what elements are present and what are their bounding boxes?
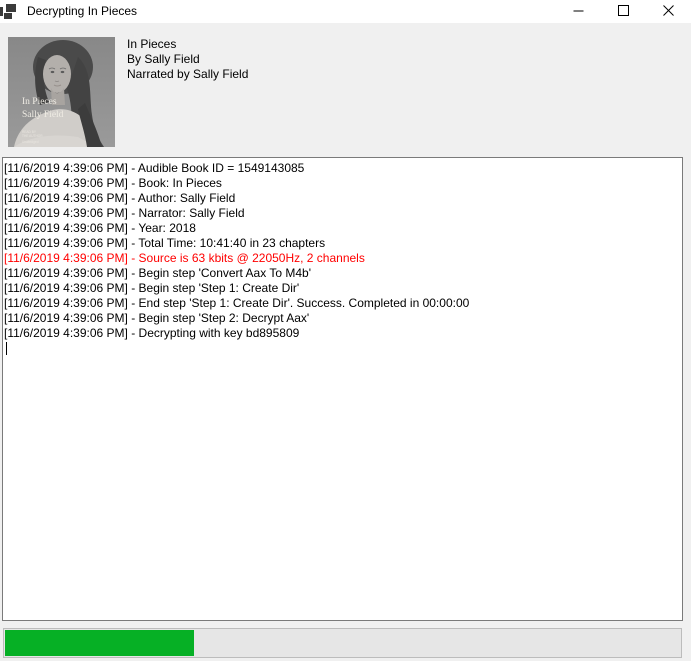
cover-title-text: In Pieces — [22, 97, 57, 107]
titlebar: Decrypting In Pieces — [0, 0, 691, 23]
log-line: [11/6/2019 4:39:06 PM] - Begin step 'Ste… — [4, 281, 678, 296]
log-line: [11/6/2019 4:39:06 PM] - End step 'Step … — [4, 296, 678, 311]
book-info: In Pieces By Sally Field Narrated by Sal… — [127, 37, 248, 82]
cover-author-text: Sally Field — [22, 110, 64, 120]
log-line: [11/6/2019 4:39:06 PM] - Begin step 'Con… — [4, 266, 678, 281]
progress-fill — [5, 630, 194, 656]
log-line: [11/6/2019 4:39:06 PM] - Narrator: Sally… — [4, 206, 678, 221]
maximize-button[interactable] — [601, 0, 646, 23]
log-line: [11/6/2019 4:39:06 PM] - Source is 63 kb… — [4, 251, 678, 266]
app-icon — [0, 3, 18, 20]
text-caret — [6, 342, 7, 355]
minimize-button[interactable] — [556, 0, 601, 23]
log-line: [11/6/2019 4:39:06 PM] - Audible Book ID… — [4, 161, 678, 176]
book-narrator: Narrated by Sally Field — [127, 67, 248, 82]
progress-bar — [3, 628, 682, 658]
book-cover-image: In Pieces Sally Field READ BY THE AUTHOR… — [8, 37, 115, 147]
minimize-icon — [573, 4, 584, 19]
log-output[interactable]: [11/6/2019 4:39:06 PM] - Audible Book ID… — [2, 157, 683, 621]
close-button[interactable] — [646, 0, 691, 23]
cover-edition-text: Unabridged — [22, 140, 39, 144]
log-line: [11/6/2019 4:39:06 PM] - Author: Sally F… — [4, 191, 678, 206]
log-line: [11/6/2019 4:39:06 PM] - Year: 2018 — [4, 221, 678, 236]
app-window: Decrypting In Pieces — [0, 0, 691, 661]
close-icon — [663, 4, 674, 19]
caption-controls — [556, 0, 691, 23]
log-line: [11/6/2019 4:39:06 PM] - Begin step 'Ste… — [4, 311, 678, 326]
book-author: By Sally Field — [127, 52, 248, 67]
log-line: [11/6/2019 4:39:06 PM] - Decrypting with… — [4, 326, 678, 341]
cover-readby-line2: THE AUTHOR — [22, 134, 43, 138]
log-line: [11/6/2019 4:39:06 PM] - Book: In Pieces — [4, 176, 678, 191]
book-title: In Pieces — [127, 37, 248, 52]
log-line: [11/6/2019 4:39:06 PM] - Total Time: 10:… — [4, 236, 678, 251]
window-title: Decrypting In Pieces — [27, 4, 137, 18]
maximize-icon — [618, 4, 629, 19]
